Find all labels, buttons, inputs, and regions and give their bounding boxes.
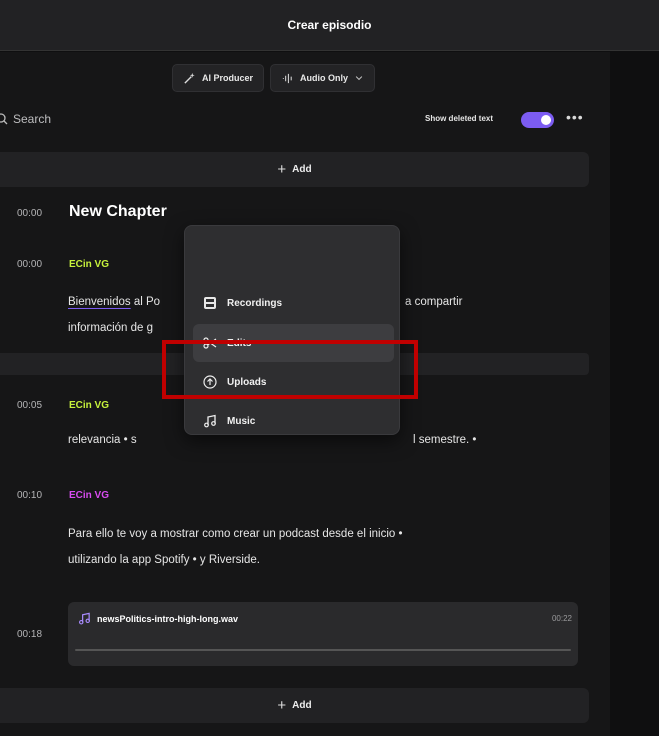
transcript-line[interactable]: información de g [68, 315, 153, 341]
plus-icon: + [277, 161, 287, 178]
chapter-title[interactable]: New Chapter [69, 203, 167, 221]
magic-wand-icon [184, 72, 195, 84]
ai-producer-label: AI Producer [202, 73, 254, 83]
plus-icon: + [277, 697, 287, 714]
music-timestamp: 00:18 [17, 629, 43, 640]
menu-item-label: Music [227, 415, 256, 427]
right-rail [610, 52, 659, 736]
add-media-menu: Recordings Edits Uploads Music [184, 225, 400, 435]
transcript-line-end[interactable]: a compartir [405, 289, 463, 315]
search-icon [0, 113, 8, 125]
show-deleted-toggle[interactable] [521, 112, 554, 128]
audio-mode-dropdown[interactable]: Audio Only [270, 64, 376, 92]
more-options-icon[interactable]: ••• [566, 109, 584, 125]
menu-item-music[interactable]: Music [193, 402, 394, 440]
recordings-icon [204, 297, 216, 309]
page-title: Crear episodio [287, 18, 372, 32]
transcript-line[interactable]: Para ello te voy a mostrar como crear un… [68, 521, 403, 547]
add-button-top[interactable]: + Add [0, 152, 589, 187]
transcript-line[interactable]: Bienvenidos al Po [68, 289, 160, 315]
menu-item-recordings[interactable]: Recordings [193, 284, 394, 322]
show-deleted-label: Show deleted text [425, 114, 494, 123]
waveform-icon [282, 73, 292, 83]
search-row: Search Show deleted text ••• [0, 109, 610, 132]
music-duration: 00:22 [551, 614, 572, 623]
add-label: Add [292, 164, 312, 175]
toggle-knob [541, 115, 551, 125]
segment-timestamp: 00:05 [17, 400, 43, 411]
ai-producer-button[interactable]: AI Producer [172, 64, 265, 92]
music-note-icon [79, 612, 90, 625]
transcript-word[interactable]: Bienvenidos [68, 296, 131, 308]
segment-timestamp: 00:00 [17, 259, 43, 270]
transcript-line[interactable]: relevancia • s [68, 427, 137, 453]
music-clip-title: newsPolitics-intro-high-long.wav [78, 612, 238, 625]
music-filename: newsPolitics-intro-high-long.wav [97, 613, 239, 624]
chapter-timestamp: 00:00 [17, 208, 43, 219]
title-bar: Crear episodio [0, 0, 659, 51]
search-input[interactable]: Search [0, 112, 51, 126]
audio-mode-label: Audio Only [300, 73, 349, 83]
speaker-name[interactable]: ECin VG [69, 400, 109, 411]
add-label: Add [292, 700, 312, 711]
menu-item-label: Recordings [227, 297, 283, 309]
search-placeholder: Search [13, 112, 52, 126]
toolbar: AI Producer Audio Only [172, 64, 376, 92]
music-clip[interactable]: newsPolitics-intro-high-long.wav 00:22 [68, 602, 578, 666]
chevron-down-icon [355, 76, 363, 81]
music-progress-track[interactable] [75, 649, 571, 651]
speaker-name[interactable]: ECin VG [69, 490, 109, 501]
transcript-text: al Po [130, 296, 161, 308]
segment-timestamp: 00:10 [17, 490, 43, 501]
annotation-highlight-box [162, 340, 418, 399]
transcript-line-end[interactable]: l semestre. • [413, 427, 476, 453]
transcript-line[interactable]: utilizando la app Spotify • y Riverside. [68, 547, 260, 573]
add-button-bottom[interactable]: + Add [0, 688, 589, 723]
music-note-icon [204, 414, 216, 428]
speaker-name[interactable]: ECin VG [69, 259, 109, 270]
